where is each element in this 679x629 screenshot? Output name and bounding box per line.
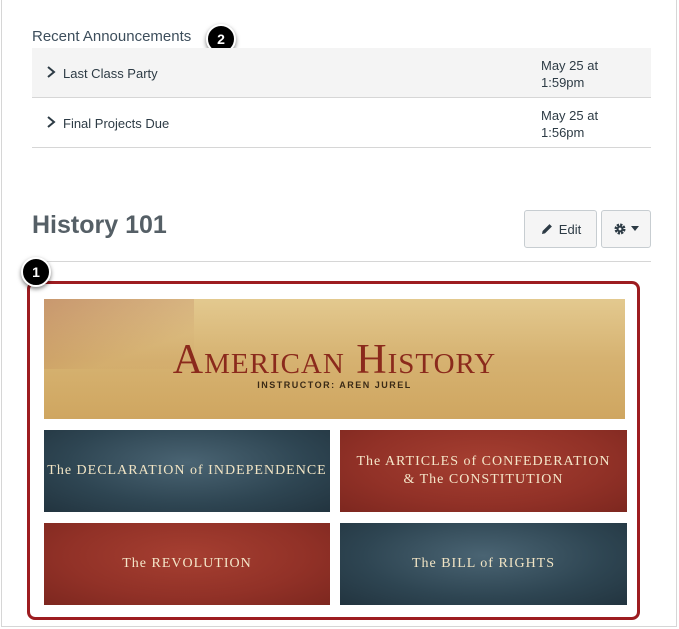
edit-button-label: Edit bbox=[558, 221, 582, 237]
announcement-date: May 25 at 1:56pm bbox=[541, 108, 599, 140]
announcements-list: Last Class Party May 25 at 1:59pm Final … bbox=[32, 48, 651, 148]
settings-menu-button[interactable] bbox=[601, 210, 651, 248]
announcement-date: May 25 at 1:59pm bbox=[541, 58, 599, 90]
announcement-title[interactable]: Last Class Party bbox=[63, 66, 158, 81]
bill-of-rights-tile[interactable]: The BILL of RIGHTS bbox=[340, 523, 627, 605]
chevron-right-icon bbox=[47, 116, 56, 128]
gear-icon bbox=[614, 223, 626, 235]
section-divider bbox=[32, 261, 651, 262]
chevron-right-icon bbox=[47, 66, 56, 78]
revolution-tile[interactable]: The REVOLUTION bbox=[44, 523, 330, 605]
announcement-title[interactable]: Final Projects Due bbox=[63, 116, 169, 131]
banner-title: American History bbox=[172, 337, 497, 383]
callout-badge-1: 1 bbox=[21, 257, 51, 287]
declaration-tile-label: The DECLARATION of INDEPENDENCE bbox=[47, 463, 327, 478]
articles-tile-line1: The ARTICLES of CONFEDERATION bbox=[356, 454, 611, 469]
revolution-tile-label: The REVOLUTION bbox=[122, 556, 252, 571]
announcement-row[interactable]: Final Projects Due May 25 at 1:56pm bbox=[32, 98, 651, 148]
articles-tile[interactable]: The ARTICLES of CONFEDERATION & The CONS… bbox=[340, 430, 627, 512]
announcement-row[interactable]: Last Class Party May 25 at 1:59pm bbox=[32, 48, 651, 98]
american-history-banner: American History INSTRUCTOR: AREN JUREL bbox=[44, 299, 625, 419]
course-title: History 101 bbox=[32, 211, 167, 239]
edit-button[interactable]: Edit bbox=[524, 210, 597, 248]
articles-tile-label: The ARTICLES of CONFEDERATION & The CONS… bbox=[356, 453, 610, 489]
banner-instructor: INSTRUCTOR: AREN JUREL bbox=[257, 380, 412, 390]
caret-down-icon bbox=[631, 226, 639, 231]
pencil-icon bbox=[541, 224, 552, 234]
declaration-tile[interactable]: The DECLARATION of INDEPENDENCE bbox=[44, 430, 330, 512]
articles-tile-line2: & The CONSTITUTION bbox=[403, 472, 564, 487]
bill-of-rights-tile-label: The BILL of RIGHTS bbox=[411, 556, 556, 571]
recent-announcements-heading: Recent Announcements bbox=[32, 28, 192, 45]
